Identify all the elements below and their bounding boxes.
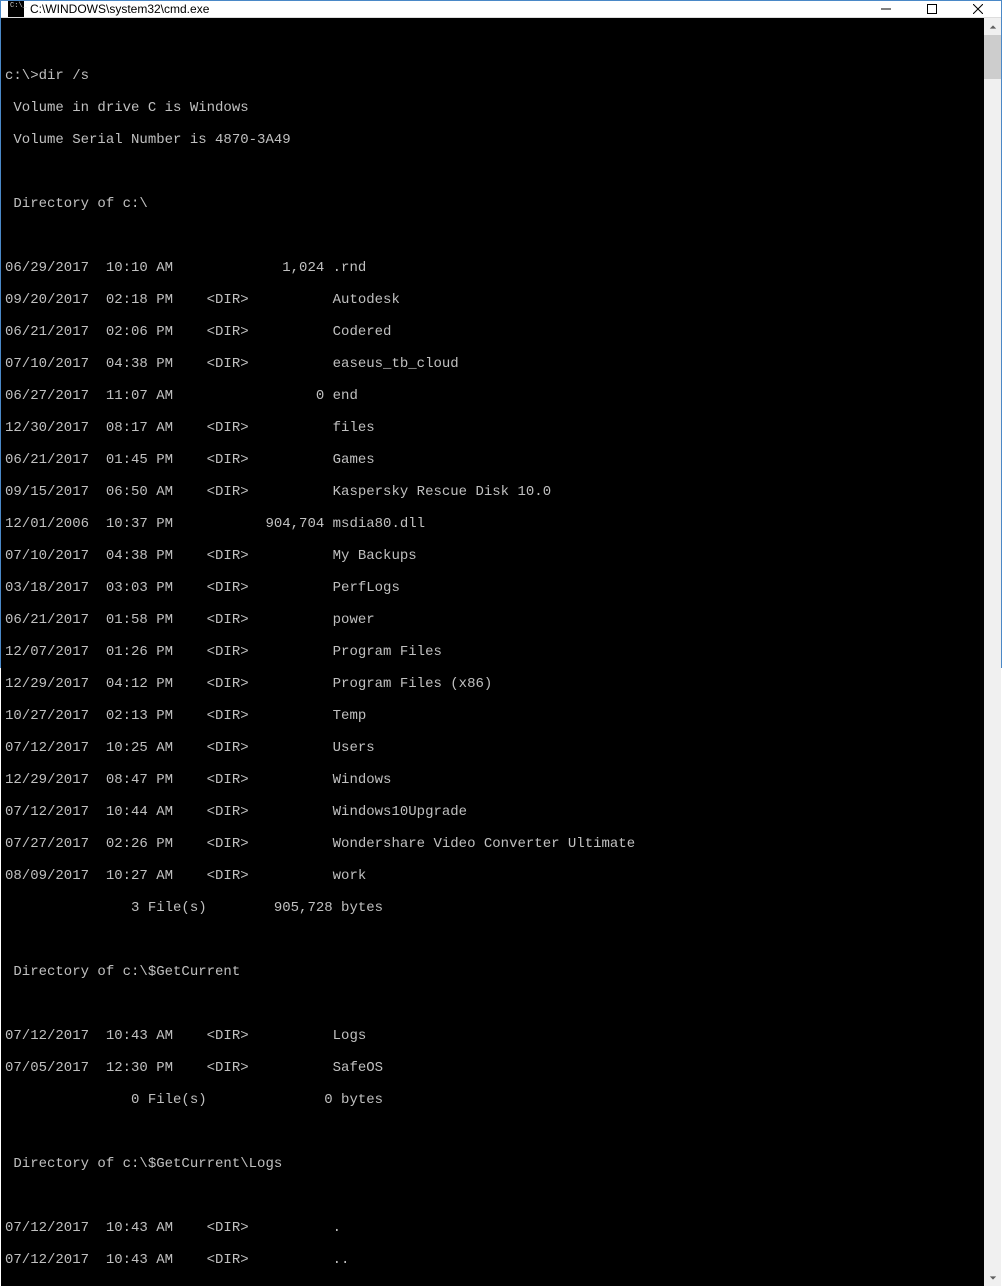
scroll-thumb[interactable] [984,35,1001,79]
listing-row: 06/27/2017 11:07 AM 0 end [5,388,984,404]
window-controls [863,1,1001,17]
summary-line: 0 File(s) 0 bytes [5,1092,984,1108]
listing-row: 09/15/2017 06:50 AM <DIR> Kaspersky Resc… [5,484,984,500]
listing-row: 06/21/2017 02:06 PM <DIR> Codered [5,324,984,340]
serial-line: Volume Serial Number is 4870-3A49 [5,132,984,148]
chevron-up-icon [989,23,997,31]
listing-row: 07/12/2017 10:43 AM <DIR> . [5,1220,984,1236]
listing-row: 07/10/2017 04:38 PM <DIR> easeus_tb_clou… [5,356,984,372]
blank-line [5,228,984,244]
blank-line [5,932,984,948]
maximize-button[interactable] [909,1,955,17]
close-button[interactable] [955,1,1001,17]
blank-line [5,36,984,52]
prompt: c:\> [5,68,39,84]
listing-row: 07/12/2017 10:44 AM <DIR> Windows10Upgra… [5,804,984,820]
scroll-up-button[interactable] [984,18,1001,35]
directory-header: Directory of c:\$GetCurrent\Logs [5,1156,984,1172]
listing-row: 07/05/2017 12:30 PM <DIR> SafeOS [5,1060,984,1076]
listing-row: 12/30/2017 08:17 AM <DIR> files [5,420,984,436]
listing-row: 10/27/2017 02:13 PM <DIR> Temp [5,708,984,724]
console-output[interactable]: c:\>dir /s Volume in drive C is Windows … [1,18,984,1286]
listing-row: 08/09/2017 10:27 AM <DIR> work [5,868,984,884]
listing-row: 03/18/2017 03:03 PM <DIR> PerfLogs [5,580,984,596]
listing-row: 12/29/2017 08:47 PM <DIR> Windows [5,772,984,788]
listing-row: 07/27/2017 02:26 PM <DIR> Wondershare Vi… [5,836,984,852]
command-text: dir /s [39,68,89,84]
blank-line [5,996,984,1012]
directory-header: Directory of c:\ [5,196,984,212]
volume-line: Volume in drive C is Windows [5,100,984,116]
listing-row: 12/07/2017 01:26 PM <DIR> Program Files [5,644,984,660]
listing-row: 07/12/2017 10:43 AM <DIR> Logs [5,1028,984,1044]
blank-line [5,1124,984,1140]
prompt-line: c:\>dir /s [5,68,984,84]
vertical-scrollbar[interactable] [984,18,1001,1286]
listing-row: 07/10/2017 04:38 PM <DIR> My Backups [5,548,984,564]
scroll-down-button[interactable] [984,1269,1001,1286]
chevron-down-icon [989,1274,997,1282]
titlebar[interactable]: C:\WINDOWS\system32\cmd.exe [1,1,1001,18]
blank-line [5,1188,984,1204]
cmd-icon [8,1,24,17]
cmd-window: C:\WINDOWS\system32\cmd.exe c:\>dir /s V… [0,0,1002,668]
blank-line [5,164,984,180]
listing-row: 07/12/2017 10:43 AM <DIR> .. [5,1252,984,1268]
minimize-icon [881,4,891,14]
directory-header: Directory of c:\$GetCurrent [5,964,984,980]
summary-line: 3 File(s) 905,728 bytes [5,900,984,916]
maximize-icon [927,4,937,14]
listing-row: 09/20/2017 02:18 PM <DIR> Autodesk [5,292,984,308]
listing-row: 12/29/2017 04:12 PM <DIR> Program Files … [5,676,984,692]
listing-row: 12/01/2006 10:37 PM 904,704 msdia80.dll [5,516,984,532]
close-icon [973,4,983,14]
listing-row: 07/12/2017 10:25 AM <DIR> Users [5,740,984,756]
client-area: c:\>dir /s Volume in drive C is Windows … [1,18,1001,1286]
listing-row: 06/21/2017 01:45 PM <DIR> Games [5,452,984,468]
minimize-button[interactable] [863,1,909,17]
listing-row: 06/29/2017 10:10 AM 1,024 .rnd [5,260,984,276]
window-title: C:\WINDOWS\system32\cmd.exe [30,2,863,16]
listing-row: 06/21/2017 01:58 PM <DIR> power [5,612,984,628]
